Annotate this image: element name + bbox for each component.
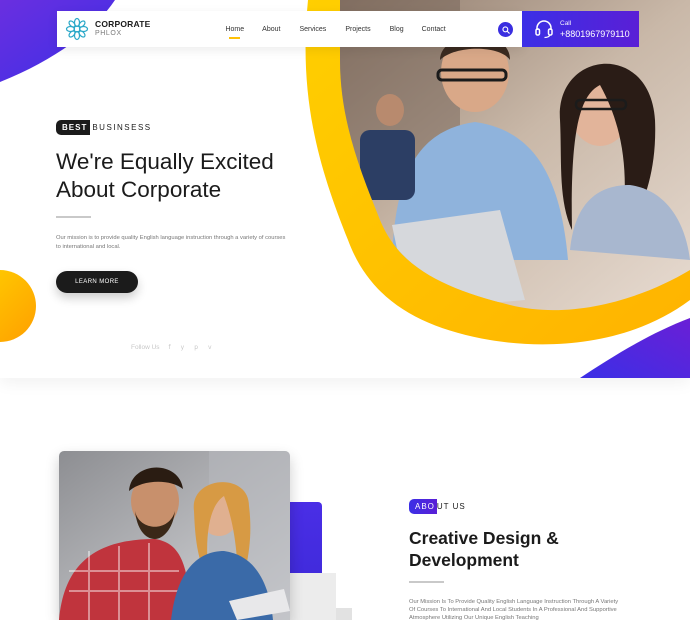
pinterest-icon[interactable]: p xyxy=(194,344,198,351)
about-divider xyxy=(409,581,444,583)
hero-description: Our mission is to provide quality Englis… xyxy=(56,235,286,250)
about-image-block-small xyxy=(336,608,352,620)
follow-us-label: Follow Us xyxy=(131,344,160,351)
logo[interactable]: CORPORATE PHLOX xyxy=(65,17,150,41)
main-menu: Home About Services Projects Blog Contac… xyxy=(225,26,446,39)
hero-badge: BEST BUSINSESS xyxy=(56,120,152,135)
about-photo xyxy=(59,451,290,620)
hero-badge-highlight: BEST xyxy=(56,120,91,135)
about-badge-highlight: ABO xyxy=(409,499,437,514)
nav-projects[interactable]: Projects xyxy=(345,26,370,33)
hero-section: CORPORATE PHLOX Home About Services Proj… xyxy=(0,0,690,378)
hero-divider xyxy=(56,216,91,218)
call-box[interactable]: Call +8801967979110 xyxy=(522,11,639,47)
nav-blog[interactable]: Blog xyxy=(390,26,404,33)
yellow-circle-shape xyxy=(0,270,36,342)
main-navbar: CORPORATE PHLOX Home About Services Proj… xyxy=(57,11,522,47)
about-description: Our Mission Is To Provide Quality Englis… xyxy=(409,599,619,620)
follow-us: Follow Us f y p v xyxy=(131,344,222,351)
call-number[interactable]: +8801967979110 xyxy=(560,29,630,40)
search-button[interactable] xyxy=(498,22,513,37)
twitter-icon[interactable]: y xyxy=(181,344,185,351)
nav-about[interactable]: About xyxy=(262,26,280,33)
nav-contact[interactable]: Contact xyxy=(422,26,446,33)
about-badge-text: UT US xyxy=(436,502,466,511)
logo-subtitle: PHLOX xyxy=(95,30,122,37)
nav-services[interactable]: Services xyxy=(299,26,326,33)
lotus-logo-icon xyxy=(65,17,89,41)
nav-home[interactable]: Home xyxy=(225,26,244,39)
headset-icon xyxy=(535,20,553,39)
logo-name: CORPORATE xyxy=(95,19,151,29)
corner-gradient-shape-bottom xyxy=(580,318,690,378)
about-title-line2: Development xyxy=(409,550,519,570)
team-photo-image xyxy=(59,451,290,620)
call-label: Call xyxy=(560,20,572,27)
about-image-block xyxy=(290,573,336,620)
about-badge: ABO UT US xyxy=(409,499,466,514)
search-icon xyxy=(501,25,510,34)
about-title: Creative Design & Development xyxy=(409,527,629,571)
hero-badge-text: BUSINSESS xyxy=(92,123,152,132)
hero-blob-image xyxy=(305,0,690,345)
hero-title-line1: We're Equally Excited xyxy=(56,149,274,174)
vimeo-icon[interactable]: v xyxy=(208,344,212,351)
hero-title: We're Equally Excited About Corporate xyxy=(56,148,326,204)
facebook-icon[interactable]: f xyxy=(169,344,171,351)
hero-title-line2: About Corporate xyxy=(56,177,222,202)
learn-more-button[interactable]: LEARN MORE xyxy=(56,271,138,293)
about-title-line1: Creative Design & xyxy=(409,528,559,548)
